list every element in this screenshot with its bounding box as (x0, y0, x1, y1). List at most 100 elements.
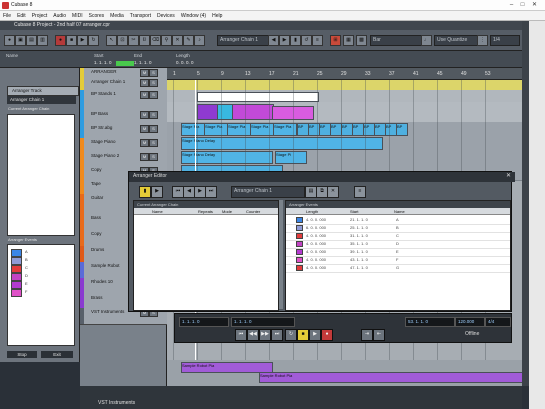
chain-event[interactable] (197, 92, 319, 102)
arranger-chain-select[interactable]: Arranger Chain 1 (217, 35, 269, 46)
track-name[interactable]: Rhodes 10 (91, 279, 113, 284)
stage-piano-tail-event[interactable]: Stage Pi (275, 151, 307, 164)
track-name[interactable]: Guitar (91, 195, 103, 200)
cycle-transport-button[interactable]: ↻ (285, 329, 297, 341)
grid-button[interactable]: ▩ (356, 35, 367, 46)
track-name[interactable]: Arranger Chain 1 (91, 79, 125, 84)
track-header[interactable]: BP Str.abg M S (80, 124, 167, 139)
ae-chain-select[interactable]: Arranger Chain 1 (231, 186, 305, 198)
stage-event[interactable]: Stage Pia (250, 123, 274, 136)
toolbox-toggle-button[interactable]: ▥ (37, 35, 48, 46)
arranger-event-item[interactable]: B (25, 257, 28, 262)
ae-delete-button[interactable]: ✕ (327, 186, 339, 198)
solo-button[interactable]: S (149, 139, 158, 147)
arranger-event-item[interactable]: C (25, 265, 28, 270)
punch-out-button[interactable]: ⇤ (373, 329, 385, 341)
mute-button[interactable]: M (140, 69, 149, 77)
event-length-cell[interactable]: 6. 0. 0. 000 (306, 224, 326, 232)
stage-event[interactable]: Stage Pia (204, 123, 228, 136)
menu-item[interactable]: Project (29, 11, 51, 19)
current-chain-list[interactable] (7, 114, 75, 236)
part-event[interactable] (197, 104, 219, 120)
track-header[interactable]: BP Stands 1 MS (80, 90, 167, 111)
vertical-scrollbar[interactable] (522, 21, 529, 386)
stop-arranger-button[interactable]: Stop (7, 351, 37, 358)
event-name-cell[interactable]: G (396, 264, 399, 272)
punch-in-button[interactable]: ⇥ (361, 329, 373, 341)
quantize-toggle-button[interactable]: ♩ (421, 35, 432, 46)
stage-event[interactable]: Stage Pia (181, 123, 205, 136)
sample-robot-event-2[interactable]: Sample Robot Pia (259, 372, 523, 383)
activate-project-button[interactable]: ● (4, 35, 15, 46)
chain-flatten-button[interactable]: ≡ (312, 35, 323, 46)
arranger-event-item[interactable]: D (25, 273, 28, 278)
col-mode[interactable]: Mode (222, 208, 232, 215)
play-transport-button[interactable]: ▶ (309, 329, 321, 341)
event-name-cell[interactable]: E (396, 248, 399, 256)
track-header[interactable]: Stage Piano M S (80, 138, 167, 153)
length-value[interactable]: 0. 0. 0. 0 (176, 60, 194, 65)
event-length-cell[interactable]: 4. 0. 0. 000 (306, 248, 326, 256)
menu-item[interactable]: Help (209, 11, 225, 19)
menu-item[interactable]: Window (4) (178, 11, 209, 19)
col-start[interactable]: Start (350, 208, 358, 215)
stop-button[interactable]: ■ (66, 35, 77, 46)
menu-item[interactable]: Devices (154, 11, 178, 19)
event-start-cell[interactable]: 21. 1. 1. 0 (350, 216, 368, 224)
maximize-button[interactable]: □ (518, 2, 527, 9)
arranger-track-header[interactable]: Arranger Track (7, 86, 79, 96)
exit-arranger-button[interactable]: Exit (41, 351, 73, 358)
inspector-toggle-button[interactable]: ▣ (15, 35, 26, 46)
menu-item[interactable]: Scores (86, 11, 108, 19)
track-name[interactable]: Copy (91, 231, 102, 236)
erase-tool-icon[interactable]: ⌫ (150, 35, 161, 46)
tempo-display[interactable]: 120.000 (455, 317, 485, 327)
mute-button[interactable]: M (140, 91, 149, 99)
track-header[interactable]: BP Bass M S (80, 110, 167, 125)
track-name[interactable]: Bass (91, 215, 101, 220)
last-event-button[interactable]: ⏭ (205, 186, 217, 198)
snap-type-button[interactable]: ▦ (343, 35, 354, 46)
midi-event[interactable]: BP (396, 123, 408, 136)
split-tool-icon[interactable]: ✂ (128, 35, 139, 46)
mute-button[interactable]: M (140, 125, 149, 133)
stage-piano-event[interactable]: Stage Piano Delay (181, 137, 383, 150)
event-start-cell[interactable]: 39. 1. 1. 0 (350, 248, 368, 256)
arranger-chain-field[interactable]: Arranger Chain 1 (7, 96, 76, 104)
track-name[interactable]: Drums (91, 247, 104, 252)
rewind-start-button[interactable]: ⏮ (235, 329, 247, 341)
col-counter[interactable]: Counter (246, 208, 260, 215)
mute-button[interactable]: M (140, 111, 149, 119)
event-start-cell[interactable]: 35. 1. 1. 0 (350, 240, 368, 248)
arranger-editor-titlebar[interactable]: Arranger Editor ✕ (129, 172, 515, 182)
zoom-tool-icon[interactable]: ⚲ (161, 35, 172, 46)
track-name[interactable]: ARRANGER (91, 69, 117, 74)
speaker-tool-icon[interactable]: ♪ (194, 35, 205, 46)
chain-step-button[interactable]: ▮ (290, 35, 301, 46)
mute-button[interactable]: M (140, 139, 149, 147)
col-length[interactable]: Length (306, 208, 318, 215)
menu-item[interactable]: MIDI (69, 11, 86, 19)
track-name[interactable]: Stage Piano 2 (91, 153, 119, 158)
solo-button[interactable]: S (149, 125, 158, 133)
arrow-tool-icon[interactable]: ↖ (106, 35, 117, 46)
track-header[interactable]: Stage Piano 2 MS (80, 152, 167, 167)
left-locator-display[interactable]: 1. 1. 1. 0 (179, 317, 229, 327)
col-event-name[interactable]: Name (394, 208, 405, 215)
chain-next-button[interactable]: ▶ (279, 35, 290, 46)
mute-tool-icon[interactable]: ✕ (172, 35, 183, 46)
col-repeats[interactable]: Repeats (198, 208, 213, 215)
event-start-cell[interactable]: 47. 1. 1. 0 (350, 264, 368, 272)
arranger-events-list[interactable]: ABCDEF (7, 244, 75, 346)
arranger-event-row[interactable]: 4. 0. 0. 000 47. 1. 1. 0 G (286, 264, 510, 273)
event-start-cell[interactable]: 31. 1. 1. 0 (350, 232, 368, 240)
forward-button[interactable]: ▶▶ (259, 329, 271, 341)
event-length-cell[interactable]: 4. 0. 0. 000 (306, 264, 326, 272)
track-name[interactable]: Brass (91, 295, 103, 300)
track-name[interactable]: Stage Piano (91, 139, 116, 144)
track-name[interactable]: BP Str.abg (91, 125, 112, 130)
event-name-cell[interactable]: D (396, 240, 399, 248)
quantize-icon[interactable]: ⋮ (477, 35, 488, 46)
menu-item[interactable]: File (0, 11, 14, 19)
quantize-mode-select[interactable]: Use Quantize (434, 35, 478, 46)
